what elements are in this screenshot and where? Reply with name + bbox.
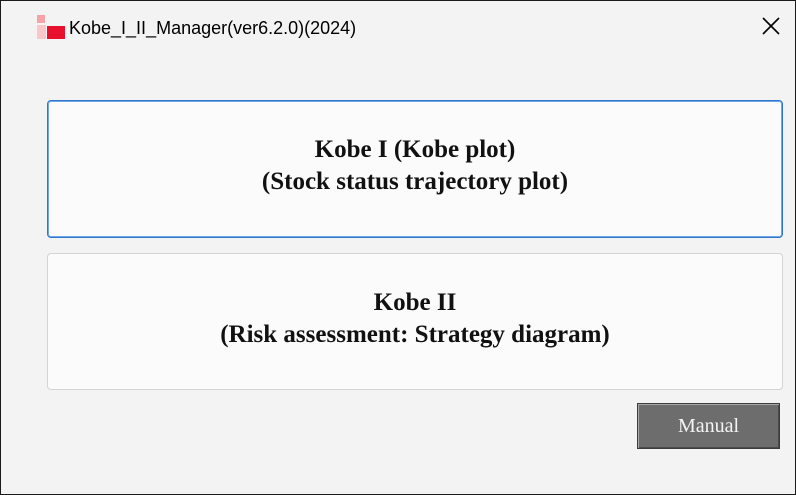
- kobe-i-button-label: Kobe I (Kobe plot): [314, 136, 516, 163]
- window-title: Kobe_I_II_Manager(ver6.2.0)(2024): [69, 18, 357, 38]
- kobe-ii-button[interactable]: Kobe II (Risk assessment: Strategy diagr…: [47, 253, 783, 390]
- kobe-i-button[interactable]: Kobe I (Kobe plot) (Stock status traject…: [47, 100, 783, 238]
- kobe-ii-button-sublabel: (Risk assessment: Strategy diagram): [220, 321, 610, 348]
- kobe-ii-button-label: Kobe II: [373, 289, 457, 316]
- app-icon: [37, 15, 65, 41]
- close-button[interactable]: [749, 7, 795, 47]
- app-window: Kobe_I_II_Manager(ver6.2.0)(2024) Kobe I…: [0, 0, 796, 495]
- manual-button[interactable]: Manual: [637, 403, 780, 449]
- kobe-i-button-sublabel: (Stock status trajectory plot): [261, 168, 569, 195]
- close-icon: [762, 17, 780, 35]
- title-bar[interactable]: Kobe_I_II_Manager(ver6.2.0)(2024): [1, 1, 795, 63]
